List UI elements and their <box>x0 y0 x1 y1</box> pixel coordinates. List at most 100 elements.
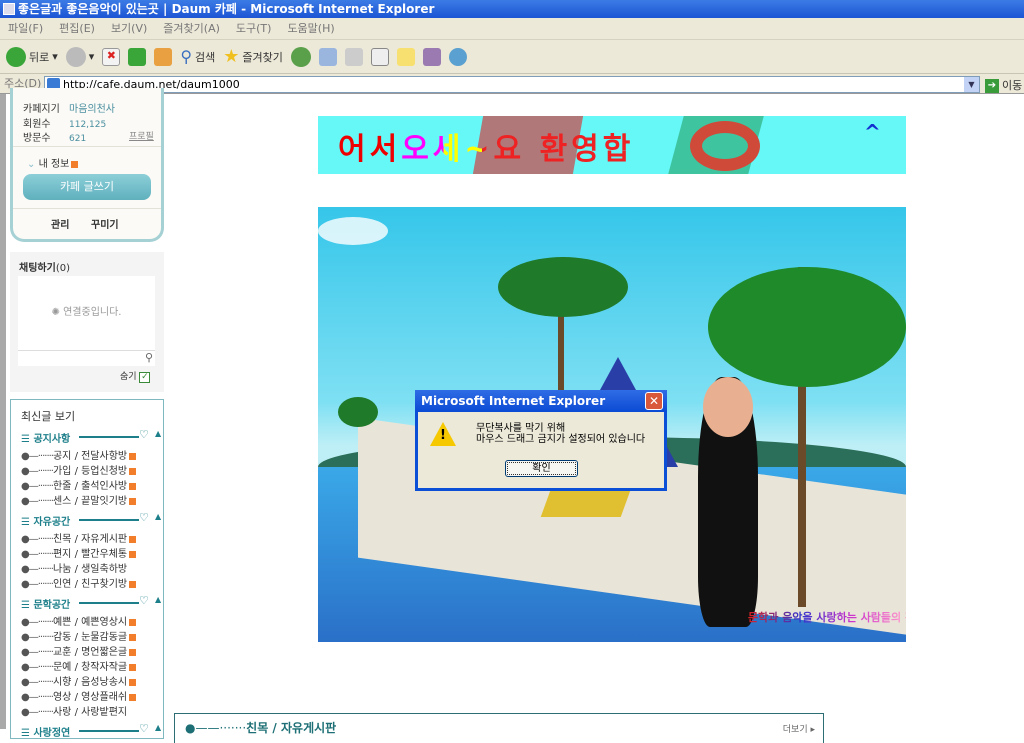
address-dropdown[interactable]: ▼ <box>964 77 979 92</box>
item-label: 시향 / 음성낭송시 <box>52 677 128 688</box>
messenger-icon[interactable] <box>448 47 467 66</box>
list-item[interactable]: ●—·······교훈 / 명언짧은글 <box>21 643 137 658</box>
ok-button[interactable]: 확인 <box>505 460 578 477</box>
list-item[interactable]: ●—·······나눔 / 생일축하방 <box>21 560 127 575</box>
collapse-icon[interactable]: ▲ <box>155 595 161 604</box>
forward-button[interactable]: ▾ <box>65 46 94 67</box>
warning-icon: ! <box>430 422 456 446</box>
item-label: 공지 / 전달사항방 <box>52 451 128 462</box>
decorate-link[interactable]: 꾸미기 <box>91 216 119 231</box>
item-label: 가입 / 등업신청방 <box>52 466 128 477</box>
write-post-button[interactable]: 카페 글쓰기 <box>23 174 151 200</box>
new-badge-icon <box>129 693 137 701</box>
category-header[interactable]: ☰ 사랑정연 ♡ ▲ <box>21 722 161 739</box>
category-header[interactable]: ☰ 문학공간 ♡ ▲ <box>21 594 161 611</box>
dialog-message-line1: 무단복사를 막기 위해 <box>476 423 566 434</box>
search-icon[interactable]: ⚲ <box>145 351 153 364</box>
back-arrow-icon <box>6 46 26 67</box>
divider <box>79 730 139 732</box>
category-header[interactable]: ☰ 자유공간 ♡ ▲ <box>21 511 161 528</box>
list-item[interactable]: ●—·······편지 / 빨간우체통 <box>21 545 137 560</box>
collapse-icon[interactable]: ▲ <box>155 723 161 732</box>
owner-name[interactable]: 마음의천사 <box>69 104 115 115</box>
list-item[interactable]: ●—·······센스 / 끝말잇기방 <box>21 492 137 507</box>
hide-checkbox[interactable]: ✓ <box>139 372 151 383</box>
list-item[interactable]: ●—·······영상 / 영상플래쉬 <box>21 688 137 703</box>
research-icon[interactable] <box>422 47 441 66</box>
new-badge-icon <box>71 160 79 168</box>
list-icon: ☰ <box>21 517 30 528</box>
chevron-down-icon: ⌄ <box>27 159 36 170</box>
refresh-icon[interactable] <box>128 47 147 66</box>
list-item[interactable]: ●—·······친목 / 자유게시판 <box>21 530 137 545</box>
item-label: 인연 / 친구찾기방 <box>52 579 128 590</box>
menu-help[interactable]: 도움말(H) <box>287 22 334 35</box>
list-item[interactable]: ●—·······가입 / 등업신청방 <box>21 462 137 477</box>
profile-link[interactable]: 프로필 <box>129 129 154 142</box>
menu-tools[interactable]: 도구(T) <box>236 22 272 35</box>
palm-leaves <box>498 257 628 317</box>
list-icon: ☰ <box>21 600 30 611</box>
category-name: 자유공간 <box>33 517 71 528</box>
heart-icon: ♡ <box>139 428 149 441</box>
board-title[interactable]: 친목 / 자유게시판 <box>246 721 336 735</box>
bullet-icon: ●—······· <box>21 451 54 462</box>
bullet-icon: ●—······· <box>21 707 54 718</box>
banner-text: 어서오세~요 환영합 <box>338 124 818 168</box>
note-icon[interactable] <box>396 47 415 66</box>
collapse-icon[interactable]: ▲ <box>155 512 161 521</box>
home-icon[interactable] <box>154 47 173 66</box>
list-icon: ☰ <box>21 434 30 445</box>
forward-arrow-icon <box>65 46 86 67</box>
back-button[interactable]: 뒤로 ▾ <box>6 46 58 67</box>
hide-label: 숨기 <box>120 372 137 382</box>
item-label: 문예 / 창작자작글 <box>52 662 128 673</box>
list-item[interactable]: ●—·······감동 / 눈물감동글 <box>21 628 137 643</box>
menu-edit[interactable]: 편집(E) <box>59 22 95 35</box>
go-label: 이동 <box>1002 79 1023 92</box>
collapse-icon[interactable]: ▲ <box>155 429 161 438</box>
item-label: 교훈 / 명언짧은글 <box>52 647 128 658</box>
new-badge-icon <box>129 535 137 543</box>
edit-icon[interactable] <box>370 47 389 66</box>
search-button[interactable]: ⚲ 검색 <box>180 47 215 66</box>
list-item[interactable]: ●—·······공지 / 전달사항방 <box>21 447 137 462</box>
category-header[interactable]: ☰ 공지사항 ♡ ▲ <box>21 428 161 445</box>
favorites-label: 즐겨찾기 <box>242 50 283 64</box>
menu-favorites[interactable]: 즐겨찾기(A) <box>163 22 220 35</box>
favorites-button[interactable]: ★ 즐겨찾기 <box>223 46 283 67</box>
address-input[interactable]: http://cafe.daum.net/daum1000 ▼ <box>44 76 980 93</box>
my-info-toggle[interactable]: ⌄ 내 정보 <box>27 155 79 170</box>
list-item[interactable]: ●—·······예쁜 / 예쁜영상시 <box>21 613 137 628</box>
menu-bar: 파일(F) 편집(E) 보기(V) 즐겨찾기(A) 도구(T) 도움말(H) <box>0 18 1024 40</box>
divider <box>79 436 139 438</box>
list-item[interactable]: ●—·······문예 / 창작자작글 <box>21 658 137 673</box>
mail-icon[interactable] <box>318 47 337 66</box>
manage-link[interactable]: 관리 <box>51 216 69 231</box>
new-badge-icon <box>129 452 137 460</box>
bullet-icon: ●—······· <box>21 647 54 658</box>
divider <box>79 602 139 604</box>
frame-edge <box>0 94 6 729</box>
item-label: 예쁜 / 예쁜영상시 <box>52 617 128 628</box>
visits-label: 방문수 <box>23 133 51 144</box>
list-item[interactable]: ●—·······사랑 / 사랑밭편지 <box>21 703 127 718</box>
print-icon[interactable] <box>344 47 363 66</box>
menu-view[interactable]: 보기(V) <box>111 22 147 35</box>
chat-input[interactable]: ⚲ <box>18 350 155 366</box>
list-item[interactable]: ●—·······한줄 / 출석인사방 <box>21 477 137 492</box>
history-icon[interactable] <box>290 46 311 67</box>
alert-dialog: Microsoft Internet Explorer ✕ ! 무단복사를 막기 … <box>415 390 667 491</box>
new-badge-icon <box>129 550 137 558</box>
members-label: 회원수 <box>23 119 51 130</box>
chat-area: ✺ 연결중입니다. <box>18 276 155 350</box>
menu-file[interactable]: 파일(F) <box>8 22 43 35</box>
go-button[interactable]: ➔ 이동 <box>985 76 1022 96</box>
dialog-close-button[interactable]: ✕ <box>645 392 663 410</box>
list-item[interactable]: ●—·······시향 / 음성낭송시 <box>21 673 137 688</box>
stop-icon[interactable]: ✖ <box>102 47 121 66</box>
bullet-icon: ●—······· <box>21 662 54 673</box>
bullet-icon: ●—······· <box>21 692 54 703</box>
new-badge-icon <box>129 497 137 505</box>
list-item[interactable]: ●—·······인연 / 친구찾기방 <box>21 575 137 590</box>
